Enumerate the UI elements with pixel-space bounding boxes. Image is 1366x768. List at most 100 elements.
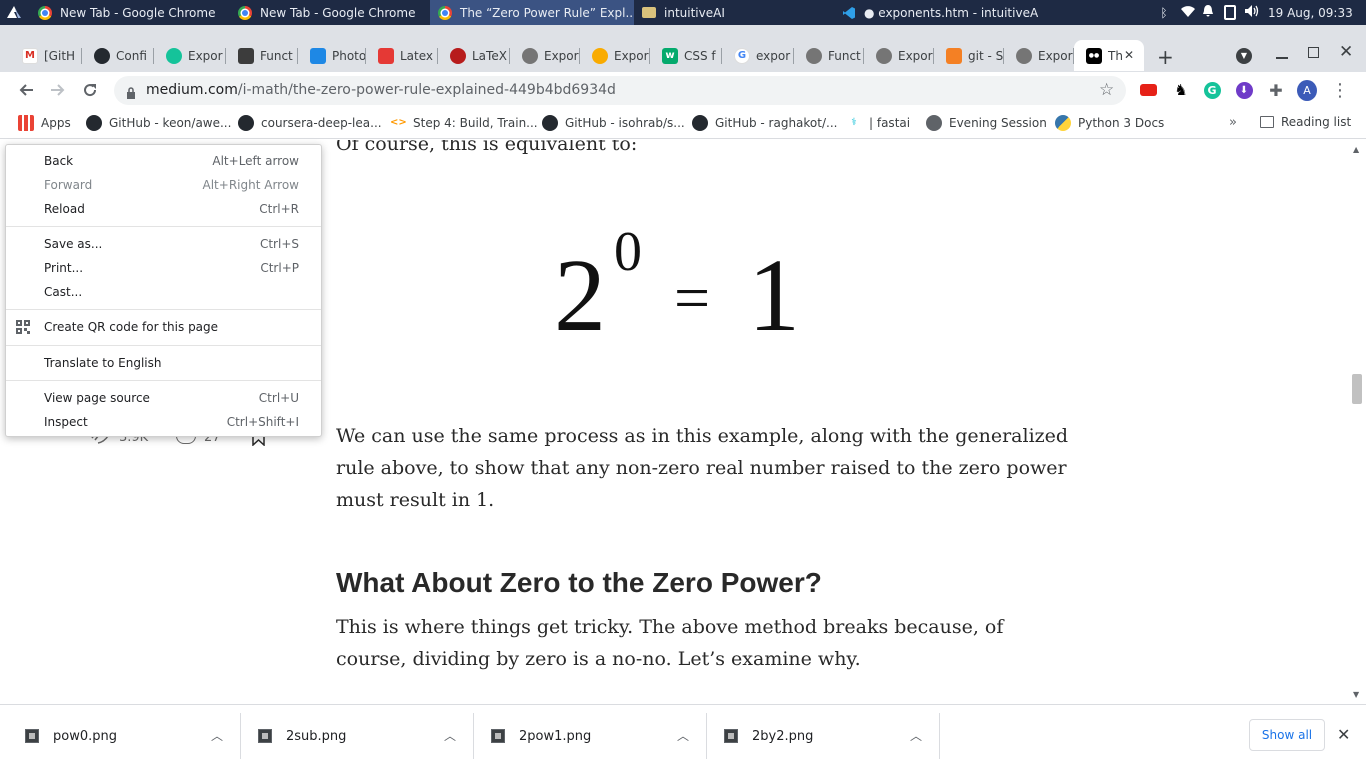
- close-download-shelf-icon[interactable]: ✕: [1337, 725, 1350, 744]
- extensions-puzzle-icon[interactable]: ✚: [1266, 80, 1286, 100]
- browser-tab[interactable]: Latex: [366, 40, 438, 71]
- os-taskbar: New Tab - Google Chrome New Tab - Google…: [0, 0, 1366, 25]
- browser-tab[interactable]: Expor: [1004, 40, 1074, 71]
- bookmark-item[interactable]: GitHub - keon/awe...: [86, 115, 231, 131]
- app-launcher-icon[interactable]: [6, 4, 22, 20]
- browser-tab[interactable]: w CSS f: [650, 40, 722, 71]
- browser-tab[interactable]: Confi: [82, 40, 154, 71]
- browser-tab[interactable]: git - S: [934, 40, 1004, 71]
- menu-item-reload[interactable]: Reload Ctrl+R: [6, 197, 321, 221]
- scroll-up-arrow-icon[interactable]: ▲: [1353, 145, 1359, 154]
- minimize-icon[interactable]: [1276, 57, 1288, 59]
- bookmark-label: Apps: [41, 116, 71, 130]
- menu-item-print[interactable]: Print... Ctrl+P: [6, 256, 321, 280]
- menu-item-view-source[interactable]: View page source Ctrl+U: [6, 386, 321, 410]
- google-icon: G: [734, 47, 750, 64]
- browser-tab[interactable]: Expor: [864, 40, 934, 71]
- wifi-icon[interactable]: [1180, 4, 1196, 21]
- bookmark-item[interactable]: <> Step 4: Build, Train...: [390, 115, 538, 131]
- chrome-menu-icon[interactable]: ⋮: [1330, 80, 1350, 101]
- latex-v-icon: [378, 47, 394, 64]
- reading-list-button[interactable]: Reading list: [1260, 115, 1351, 129]
- bookmark-item[interactable]: Evening Session: [926, 115, 1047, 131]
- profile-avatar[interactable]: A: [1297, 79, 1317, 101]
- url-text: medium.com/i-math/the-zero-power-rule-ex…: [146, 82, 616, 98]
- volume-icon[interactable]: [1244, 4, 1260, 21]
- bookmark-item[interactable]: ⚕ | fastai: [846, 115, 910, 131]
- scrollbar-thumb[interactable]: [1352, 374, 1362, 404]
- window-close-icon[interactable]: ✕: [1339, 42, 1353, 62]
- download-filename: 2pow1.png: [519, 728, 592, 744]
- menu-item-inspect[interactable]: Inspect Ctrl+Shift+I: [6, 410, 321, 434]
- download-item[interactable]: pow0.png ︿: [25, 705, 240, 767]
- menu-item-label: Cast...: [44, 285, 83, 299]
- download-item[interactable]: 2by2.png ︿: [724, 705, 939, 767]
- browser-tab[interactable]: LaTeX: [438, 40, 510, 71]
- tab-label: Expor: [188, 48, 223, 63]
- notifications-icon[interactable]: [1202, 4, 1216, 21]
- tab-close-icon[interactable]: ✕: [1124, 48, 1134, 62]
- taskbar-window-4[interactable]: intuitiveAI: [634, 0, 834, 25]
- browser-tab[interactable]: Funct: [794, 40, 864, 71]
- bluetooth-icon[interactable]: ᛒ: [1156, 6, 1172, 20]
- browser-tab[interactable]: Expor: [510, 40, 580, 71]
- menu-item-cast[interactable]: Cast...: [6, 280, 321, 304]
- show-all-downloads-button[interactable]: Show all: [1249, 719, 1325, 751]
- new-tab-icon[interactable]: +: [1157, 45, 1174, 69]
- lock-icon[interactable]: [126, 84, 136, 103]
- download-extension-icon[interactable]: ⬇: [1234, 80, 1254, 100]
- taskbar-window-1[interactable]: New Tab - Google Chrome: [30, 0, 230, 25]
- maximize-icon[interactable]: [1308, 47, 1319, 58]
- bookmark-item[interactable]: GitHub - isohrab/s...: [542, 115, 685, 131]
- menu-item-create-qr-code[interactable]: Create QR code for this page: [6, 315, 321, 339]
- taskbar-window-label: The “Zero Power Rule” Expl...: [460, 5, 634, 20]
- taskbar-window-2[interactable]: New Tab - Google Chrome: [230, 0, 430, 25]
- download-separator: [939, 713, 940, 759]
- menu-item-shortcut: Ctrl+S: [259, 237, 299, 251]
- chevron-up-icon[interactable]: ︿: [211, 727, 223, 744]
- youtube-extension-icon[interactable]: [1138, 80, 1158, 100]
- tab-label: Funct: [828, 48, 861, 63]
- menu-item-label: Print...: [44, 261, 84, 275]
- clock[interactable]: 19 Aug, 09:33: [1268, 6, 1353, 20]
- chevron-up-icon[interactable]: ︿: [677, 727, 689, 744]
- menu-item-forward[interactable]: Forward Alt+Right Arrow: [6, 173, 321, 197]
- battery-icon[interactable]: [1224, 5, 1236, 20]
- bookmark-item[interactable]: GitHub - raghakot/...: [692, 115, 837, 131]
- menu-item-translate[interactable]: Translate to English: [6, 351, 321, 375]
- tab-label: Photo: [332, 48, 366, 63]
- globe-icon: [876, 47, 892, 64]
- page-icon: [238, 47, 254, 64]
- browser-tab[interactable]: ●● Th ✕: [1074, 40, 1144, 71]
- download-item[interactable]: 2sub.png ︿: [258, 705, 473, 767]
- back-arrow-icon[interactable]: [16, 80, 36, 100]
- bookmark-item[interactable]: Apps: [18, 115, 71, 131]
- reload-icon[interactable]: [80, 80, 100, 100]
- chevron-up-icon[interactable]: ︿: [444, 727, 456, 744]
- grammarly-extension-icon[interactable]: G: [1202, 80, 1222, 100]
- menu-item-save-as[interactable]: Save as... Ctrl+S: [6, 232, 321, 256]
- tab-search-icon[interactable]: ▼: [1236, 48, 1252, 64]
- browser-tab[interactable]: Photo: [298, 40, 366, 71]
- scroll-down-arrow-icon[interactable]: ▼: [1353, 690, 1359, 699]
- menu-item-back[interactable]: Back Alt+Left arrow: [6, 149, 321, 173]
- bookmark-item[interactable]: coursera-deep-lea...: [238, 115, 382, 131]
- paragraph-line: course, dividing by zero is a no-no. Let…: [336, 648, 861, 670]
- browser-tab[interactable]: Funct: [226, 40, 298, 71]
- address-bar[interactable]: medium.com/i-math/the-zero-power-rule-ex…: [114, 76, 1126, 105]
- forward-arrow-icon[interactable]: [48, 80, 68, 100]
- bookmark-star-icon[interactable]: ☆: [1099, 80, 1114, 100]
- more-bookmarks-icon[interactable]: »: [1229, 115, 1237, 130]
- bookmark-item[interactable]: Python 3 Docs: [1055, 115, 1164, 131]
- taskbar-window-3[interactable]: The “Zero Power Rule” Expl...: [430, 0, 634, 25]
- browser-tab[interactable]: M [GitH: [10, 40, 82, 71]
- browser-tab[interactable]: Expor: [154, 40, 226, 71]
- image-file-icon: [258, 729, 272, 743]
- download-item[interactable]: 2pow1.png ︿: [491, 705, 706, 767]
- browser-tab[interactable]: Expor: [580, 40, 650, 71]
- taskbar-window-5[interactable]: ● exponents.htm - intuitiveA...: [834, 0, 1038, 25]
- browser-tab[interactable]: Gexpor: [722, 40, 794, 71]
- octotree-extension-icon[interactable]: ♞: [1171, 80, 1191, 100]
- page-scrollbar[interactable]: ▲ ▼: [1348, 140, 1366, 704]
- chevron-up-icon[interactable]: ︿: [910, 727, 922, 744]
